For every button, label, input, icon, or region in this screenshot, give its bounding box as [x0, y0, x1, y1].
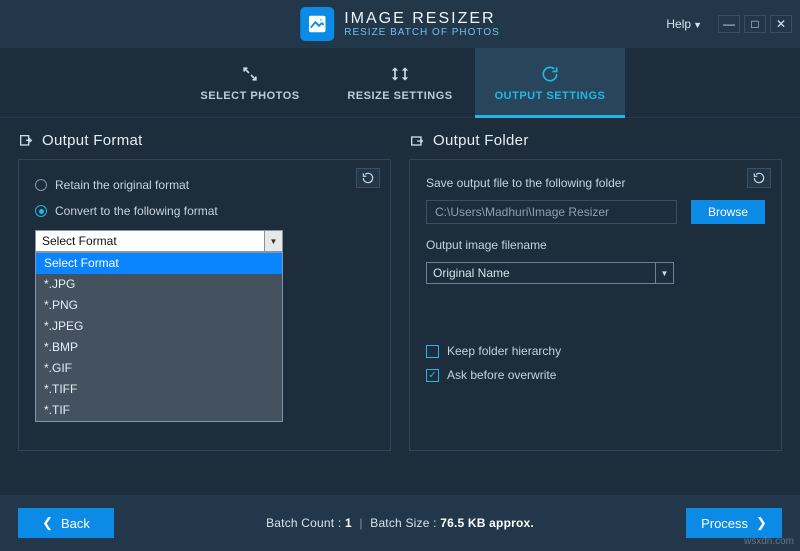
dropdown-option[interactable]: *.BMP: [36, 337, 282, 358]
chevron-left-icon: ❮: [42, 515, 53, 531]
radio-icon: [35, 179, 47, 191]
output-folder-panel: Output Folder Save output file to the fo…: [409, 132, 782, 451]
radio-retain-original[interactable]: Retain the original format: [35, 178, 374, 192]
app-logo: [300, 7, 334, 41]
save-folder-label: Save output file to the following folder: [426, 176, 765, 190]
back-label: Back: [61, 516, 90, 531]
radio-label: Convert to the following format: [55, 204, 218, 218]
browse-button[interactable]: Browse: [691, 200, 765, 224]
tab-label: OUTPUT SETTINGS: [495, 90, 606, 102]
filename-value: Original Name: [427, 266, 655, 280]
help-label: Help: [666, 17, 691, 31]
format-combobox[interactable]: Select Format ▼ Select Format *.JPG *.PN…: [35, 230, 283, 252]
filename-label: Output image filename: [426, 238, 765, 252]
tab-bar: SELECT PHOTOS RESIZE SETTINGS OUTPUT SET…: [0, 48, 800, 118]
radio-convert-format[interactable]: Convert to the following format: [35, 204, 374, 218]
footer-bar: ❮ Back Batch Count : 1 | Batch Size : 76…: [0, 495, 800, 551]
checkbox-icon: [426, 345, 439, 358]
batch-size-label: Batch Size :: [370, 516, 436, 530]
expand-arrows-icon: [240, 64, 260, 84]
content-area: Output Format Retain the original format…: [0, 118, 800, 451]
batch-count-label: Batch Count :: [266, 516, 341, 530]
watermark: wsxdn.com: [744, 536, 794, 547]
chevron-down-icon: ▼: [693, 20, 702, 30]
format-dropdown: Select Format *.JPG *.PNG *.JPEG *.BMP *…: [35, 252, 283, 422]
filename-select[interactable]: Original Name ▼: [426, 262, 674, 284]
keep-hierarchy-checkbox[interactable]: Keep folder hierarchy: [426, 344, 765, 358]
ask-overwrite-checkbox[interactable]: ✓ Ask before overwrite: [426, 368, 765, 382]
chevron-down-icon: ▼: [655, 263, 673, 283]
chevron-right-icon: ❯: [756, 515, 767, 531]
tab-resize-settings[interactable]: RESIZE SETTINGS: [325, 48, 475, 117]
folder-export-icon: [409, 133, 425, 149]
close-button[interactable]: ✕: [770, 15, 792, 33]
app-subtitle: RESIZE BATCH OF PHOTOS: [344, 27, 500, 38]
minimize-button[interactable]: —: [718, 15, 740, 33]
panel-title: Output Folder: [433, 132, 529, 149]
radio-icon: [35, 205, 47, 217]
output-path-field[interactable]: C:\Users\Madhuri\Image Resizer: [426, 200, 677, 224]
panel-title: Output Format: [42, 132, 143, 149]
dropdown-option[interactable]: *.GIF: [36, 358, 282, 379]
tab-output-settings[interactable]: OUTPUT SETTINGS: [475, 48, 625, 117]
batch-count-value: 1: [345, 516, 352, 530]
dropdown-option[interactable]: *.TIFF: [36, 379, 282, 400]
batch-size-value: 76.5 KB approx.: [440, 516, 534, 530]
tab-select-photos[interactable]: SELECT PHOTOS: [175, 48, 325, 117]
resize-handles-icon: [390, 64, 410, 84]
radio-label: Retain the original format: [55, 178, 189, 192]
app-brand: IMAGE RESIZER RESIZE BATCH OF PHOTOS: [300, 7, 500, 41]
refresh-circle-icon: [540, 64, 560, 84]
export-icon: [18, 133, 34, 149]
tab-label: RESIZE SETTINGS: [347, 90, 452, 102]
title-bar: IMAGE RESIZER RESIZE BATCH OF PHOTOS Hel…: [0, 0, 800, 48]
chevron-down-icon: ▼: [264, 231, 282, 251]
reset-format-button[interactable]: [356, 168, 380, 188]
maximize-button[interactable]: □: [744, 15, 766, 33]
output-format-panel: Output Format Retain the original format…: [18, 132, 391, 451]
batch-status: Batch Count : 1 | Batch Size : 76.5 KB a…: [266, 516, 534, 530]
combobox-value: Select Format: [36, 234, 264, 248]
output-path-value: C:\Users\Madhuri\Image Resizer: [435, 205, 609, 219]
dropdown-option[interactable]: *.PNG: [36, 295, 282, 316]
dropdown-option[interactable]: *.TIF: [36, 400, 282, 421]
dropdown-option[interactable]: Select Format: [36, 253, 282, 274]
checkbox-label: Ask before overwrite: [447, 368, 556, 382]
process-label: Process: [701, 516, 748, 531]
dropdown-option[interactable]: *.JPG: [36, 274, 282, 295]
browse-label: Browse: [708, 205, 748, 219]
help-menu[interactable]: Help▼: [666, 17, 702, 31]
back-button[interactable]: ❮ Back: [18, 508, 114, 538]
checkbox-label: Keep folder hierarchy: [447, 344, 561, 358]
app-title: IMAGE RESIZER: [344, 10, 500, 28]
dropdown-option[interactable]: *.JPEG: [36, 316, 282, 337]
tab-label: SELECT PHOTOS: [200, 90, 299, 102]
checkbox-icon: ✓: [426, 369, 439, 382]
reset-folder-button[interactable]: [747, 168, 771, 188]
process-button[interactable]: Process ❯: [686, 508, 782, 538]
